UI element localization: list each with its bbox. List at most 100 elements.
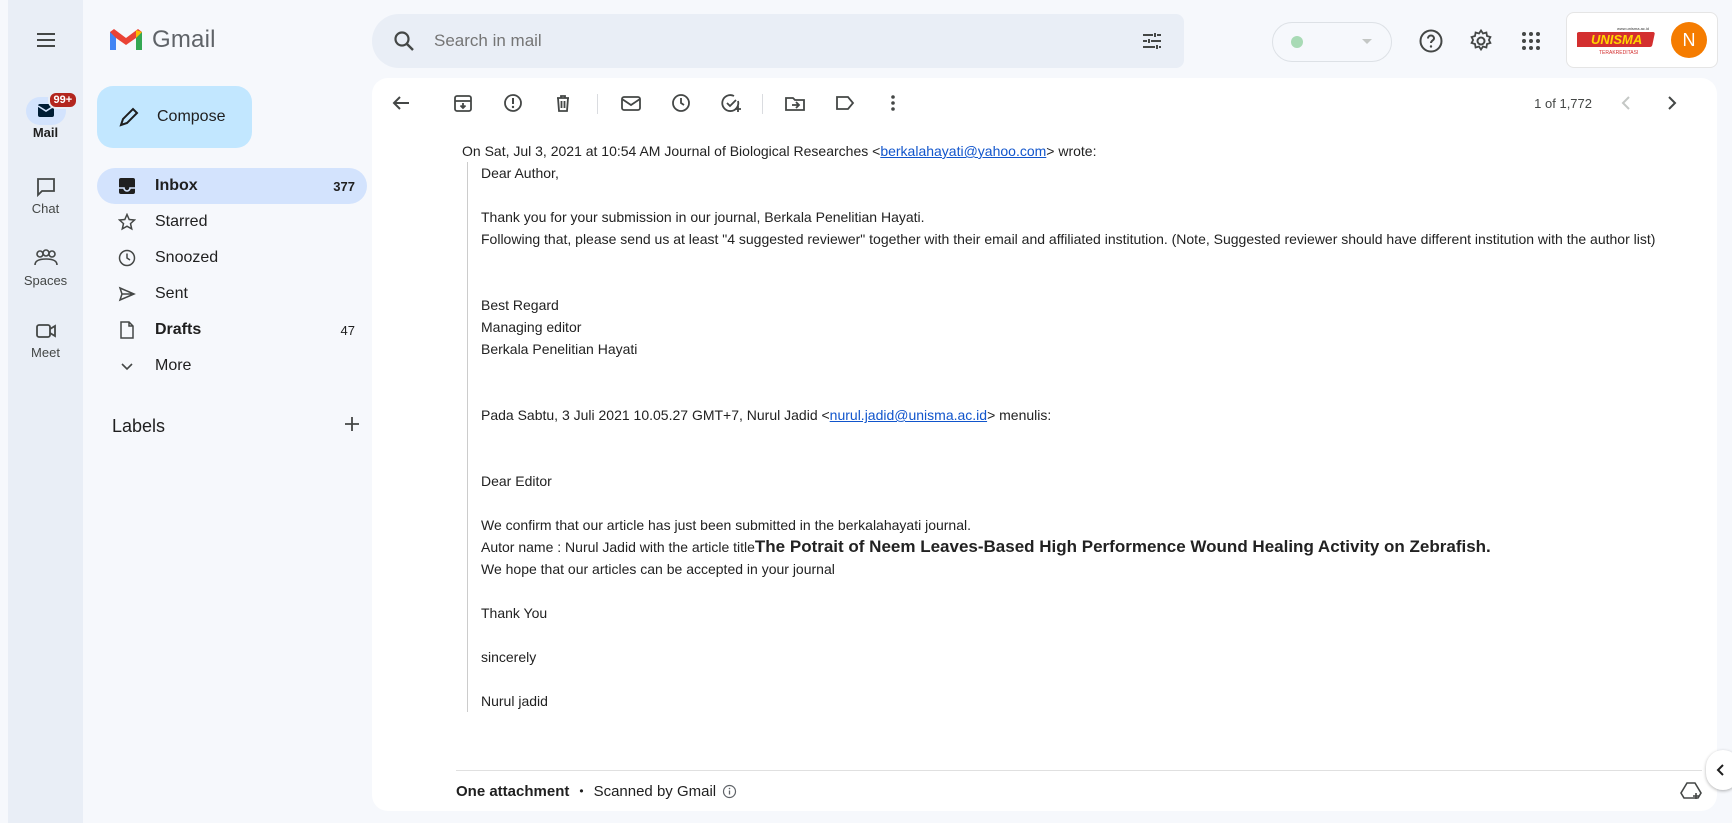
status-dot-icon — [1291, 36, 1303, 48]
nav-label: More — [155, 357, 192, 374]
compose-label: Compose — [157, 108, 226, 125]
message-panel: 1 of 1,772 On Sat, Jul 3, 2021 at 10:54 … — [372, 78, 1717, 811]
q2-prefix: Autor name : Nurul Jadid with the articl… — [481, 539, 755, 555]
rail-item-chat[interactable]: Chat — [8, 173, 83, 216]
q2-closing: sincerely — [481, 649, 537, 665]
label-icon[interactable] — [834, 92, 856, 114]
spaces-icon — [30, 245, 62, 273]
archive-icon[interactable] — [452, 92, 474, 114]
app-rail: 99+ Mail Chat Spaces Meet — [8, 0, 83, 823]
nav-label: Inbox — [155, 177, 198, 194]
q1-paragraph-1: Thank you for your submission in our jou… — [481, 209, 925, 225]
send-icon — [117, 284, 137, 304]
rail-item-mail[interactable]: 99+ Mail — [8, 91, 83, 140]
q1-signature-1: Best Regard — [481, 297, 559, 313]
chevron-left-icon — [1716, 764, 1724, 776]
more-vert-icon[interactable] — [882, 92, 904, 114]
caret-down-icon — [1362, 39, 1372, 44]
author-email-link[interactable]: nurul.jadid@unisma.ac.id — [830, 407, 987, 423]
search-options-icon[interactable] — [1140, 29, 1164, 53]
report-spam-icon[interactable] — [502, 92, 524, 114]
scanned-label: Scanned by Gmail — [593, 782, 717, 800]
pencil-icon — [119, 107, 139, 127]
clock-icon — [117, 248, 137, 268]
settings-gear-icon[interactable] — [1468, 28, 1494, 54]
add-task-icon[interactable] — [720, 92, 742, 114]
q2-greeting: Dear Editor — [481, 473, 552, 489]
folder-nav: Inbox 377 Starred Snoozed Sent Drafts 47… — [97, 168, 367, 384]
q2-paragraph-1: We confirm that our article has just bee… — [481, 517, 971, 533]
article-title: The Potrait of Neem Leaves-Based High Pe… — [754, 537, 1491, 556]
delete-icon[interactable] — [552, 92, 574, 114]
sender-email-link[interactable]: berkalahayati@yahoo.com — [880, 143, 1046, 159]
apps-grid-icon[interactable] — [1518, 28, 1544, 54]
chevron-down-icon — [117, 356, 137, 376]
search-icon[interactable] — [392, 29, 416, 53]
wrote-prefix: On Sat, Jul 3, 2021 at 10:54 AM Journal … — [462, 143, 881, 159]
nav-label: Starred — [155, 213, 208, 230]
nav-item-more[interactable]: More — [97, 348, 367, 384]
plus-icon — [345, 417, 359, 431]
add-to-drive-icon[interactable] — [1680, 780, 1702, 802]
nav-item-snoozed[interactable]: Snoozed — [97, 240, 367, 276]
compose-button[interactable]: Compose — [97, 86, 252, 148]
toolbar-divider — [762, 94, 763, 114]
chat-icon — [30, 173, 62, 201]
nav-count: 47 — [340, 322, 355, 338]
rail-item-label: Spaces — [23, 273, 68, 288]
separator-dot: • — [579, 784, 584, 798]
rail-item-label: Chat — [31, 201, 60, 216]
app-name: Gmail — [152, 26, 216, 53]
status-selector[interactable] — [1272, 22, 1392, 62]
snooze-clock-icon[interactable] — [670, 92, 692, 114]
newer-chevron-left-icon[interactable] — [1616, 92, 1638, 114]
q2-paragraph-3: We hope that our articles can be accepte… — [481, 561, 835, 577]
nav-label: Sent — [155, 285, 188, 302]
side-panel-toggle[interactable] — [1706, 750, 1732, 790]
unisma-logo: UNISMA TERAKREDITASI www.unisma.ac.id — [1577, 26, 1655, 56]
mail-icon: 99+ — [25, 91, 79, 125]
nav-label: Snoozed — [155, 249, 219, 266]
nav-count: 377 — [333, 178, 355, 194]
info-icon[interactable] — [722, 784, 737, 799]
older-chevron-right-icon[interactable] — [1660, 92, 1682, 114]
pagination-count: 1 of 1,772 — [1534, 96, 1592, 111]
search-input[interactable] — [434, 31, 1140, 51]
wrote-suffix: > wrote: — [1046, 143, 1097, 159]
help-icon[interactable] — [1418, 28, 1444, 54]
move-to-icon[interactable] — [784, 92, 806, 114]
draft-icon — [117, 320, 137, 340]
avatar[interactable]: N — [1671, 22, 1707, 58]
q1-paragraph-2: Following that, please send us at least … — [481, 231, 1656, 247]
gmail-logo[interactable]: Gmail — [108, 26, 216, 54]
quoted-header-line: On Sat, Jul 3, 2021 at 10:54 AM Journal … — [462, 140, 1702, 162]
add-label-button[interactable] — [342, 414, 362, 439]
nav-item-drafts[interactable]: Drafts 47 — [97, 312, 367, 348]
message-body: On Sat, Jul 3, 2021 at 10:54 AM Journal … — [462, 118, 1702, 712]
nav-item-starred[interactable]: Starred — [97, 204, 367, 240]
account-area[interactable]: UNISMA TERAKREDITASI www.unisma.ac.id N — [1566, 12, 1718, 68]
menulis-suffix: > menulis: — [987, 407, 1052, 423]
star-icon — [117, 212, 137, 232]
unread-badge: 99+ — [47, 91, 79, 109]
svg-text:www.unisma.ac.id: www.unisma.ac.id — [1617, 26, 1649, 31]
hamburger-icon — [37, 33, 55, 47]
video-icon — [30, 317, 62, 345]
nav-item-inbox[interactable]: Inbox 377 — [97, 168, 367, 204]
rail-item-spaces[interactable]: Spaces — [8, 245, 83, 288]
q1-signature-3: Berkala Penelitian Hayati — [481, 341, 638, 357]
svg-text:TERAKREDITASI: TERAKREDITASI — [1599, 50, 1638, 56]
nav-item-sent[interactable]: Sent — [97, 276, 367, 312]
q2-name: Nurul jadid — [481, 693, 548, 709]
q2-paragraph-2: Autor name : Nurul Jadid with the articl… — [481, 536, 1702, 558]
labels-header: Labels — [112, 414, 362, 439]
main-menu-button[interactable] — [34, 28, 58, 52]
back-arrow-icon[interactable] — [390, 92, 412, 114]
rail-item-meet[interactable]: Meet — [8, 317, 83, 360]
svg-text:UNISMA: UNISMA — [1591, 32, 1642, 47]
rail-item-label: Mail — [32, 125, 59, 140]
search-bar — [372, 14, 1184, 68]
mark-unread-icon[interactable] — [620, 92, 642, 114]
attachments-bar: One attachment • Scanned by Gmail — [456, 770, 1702, 811]
